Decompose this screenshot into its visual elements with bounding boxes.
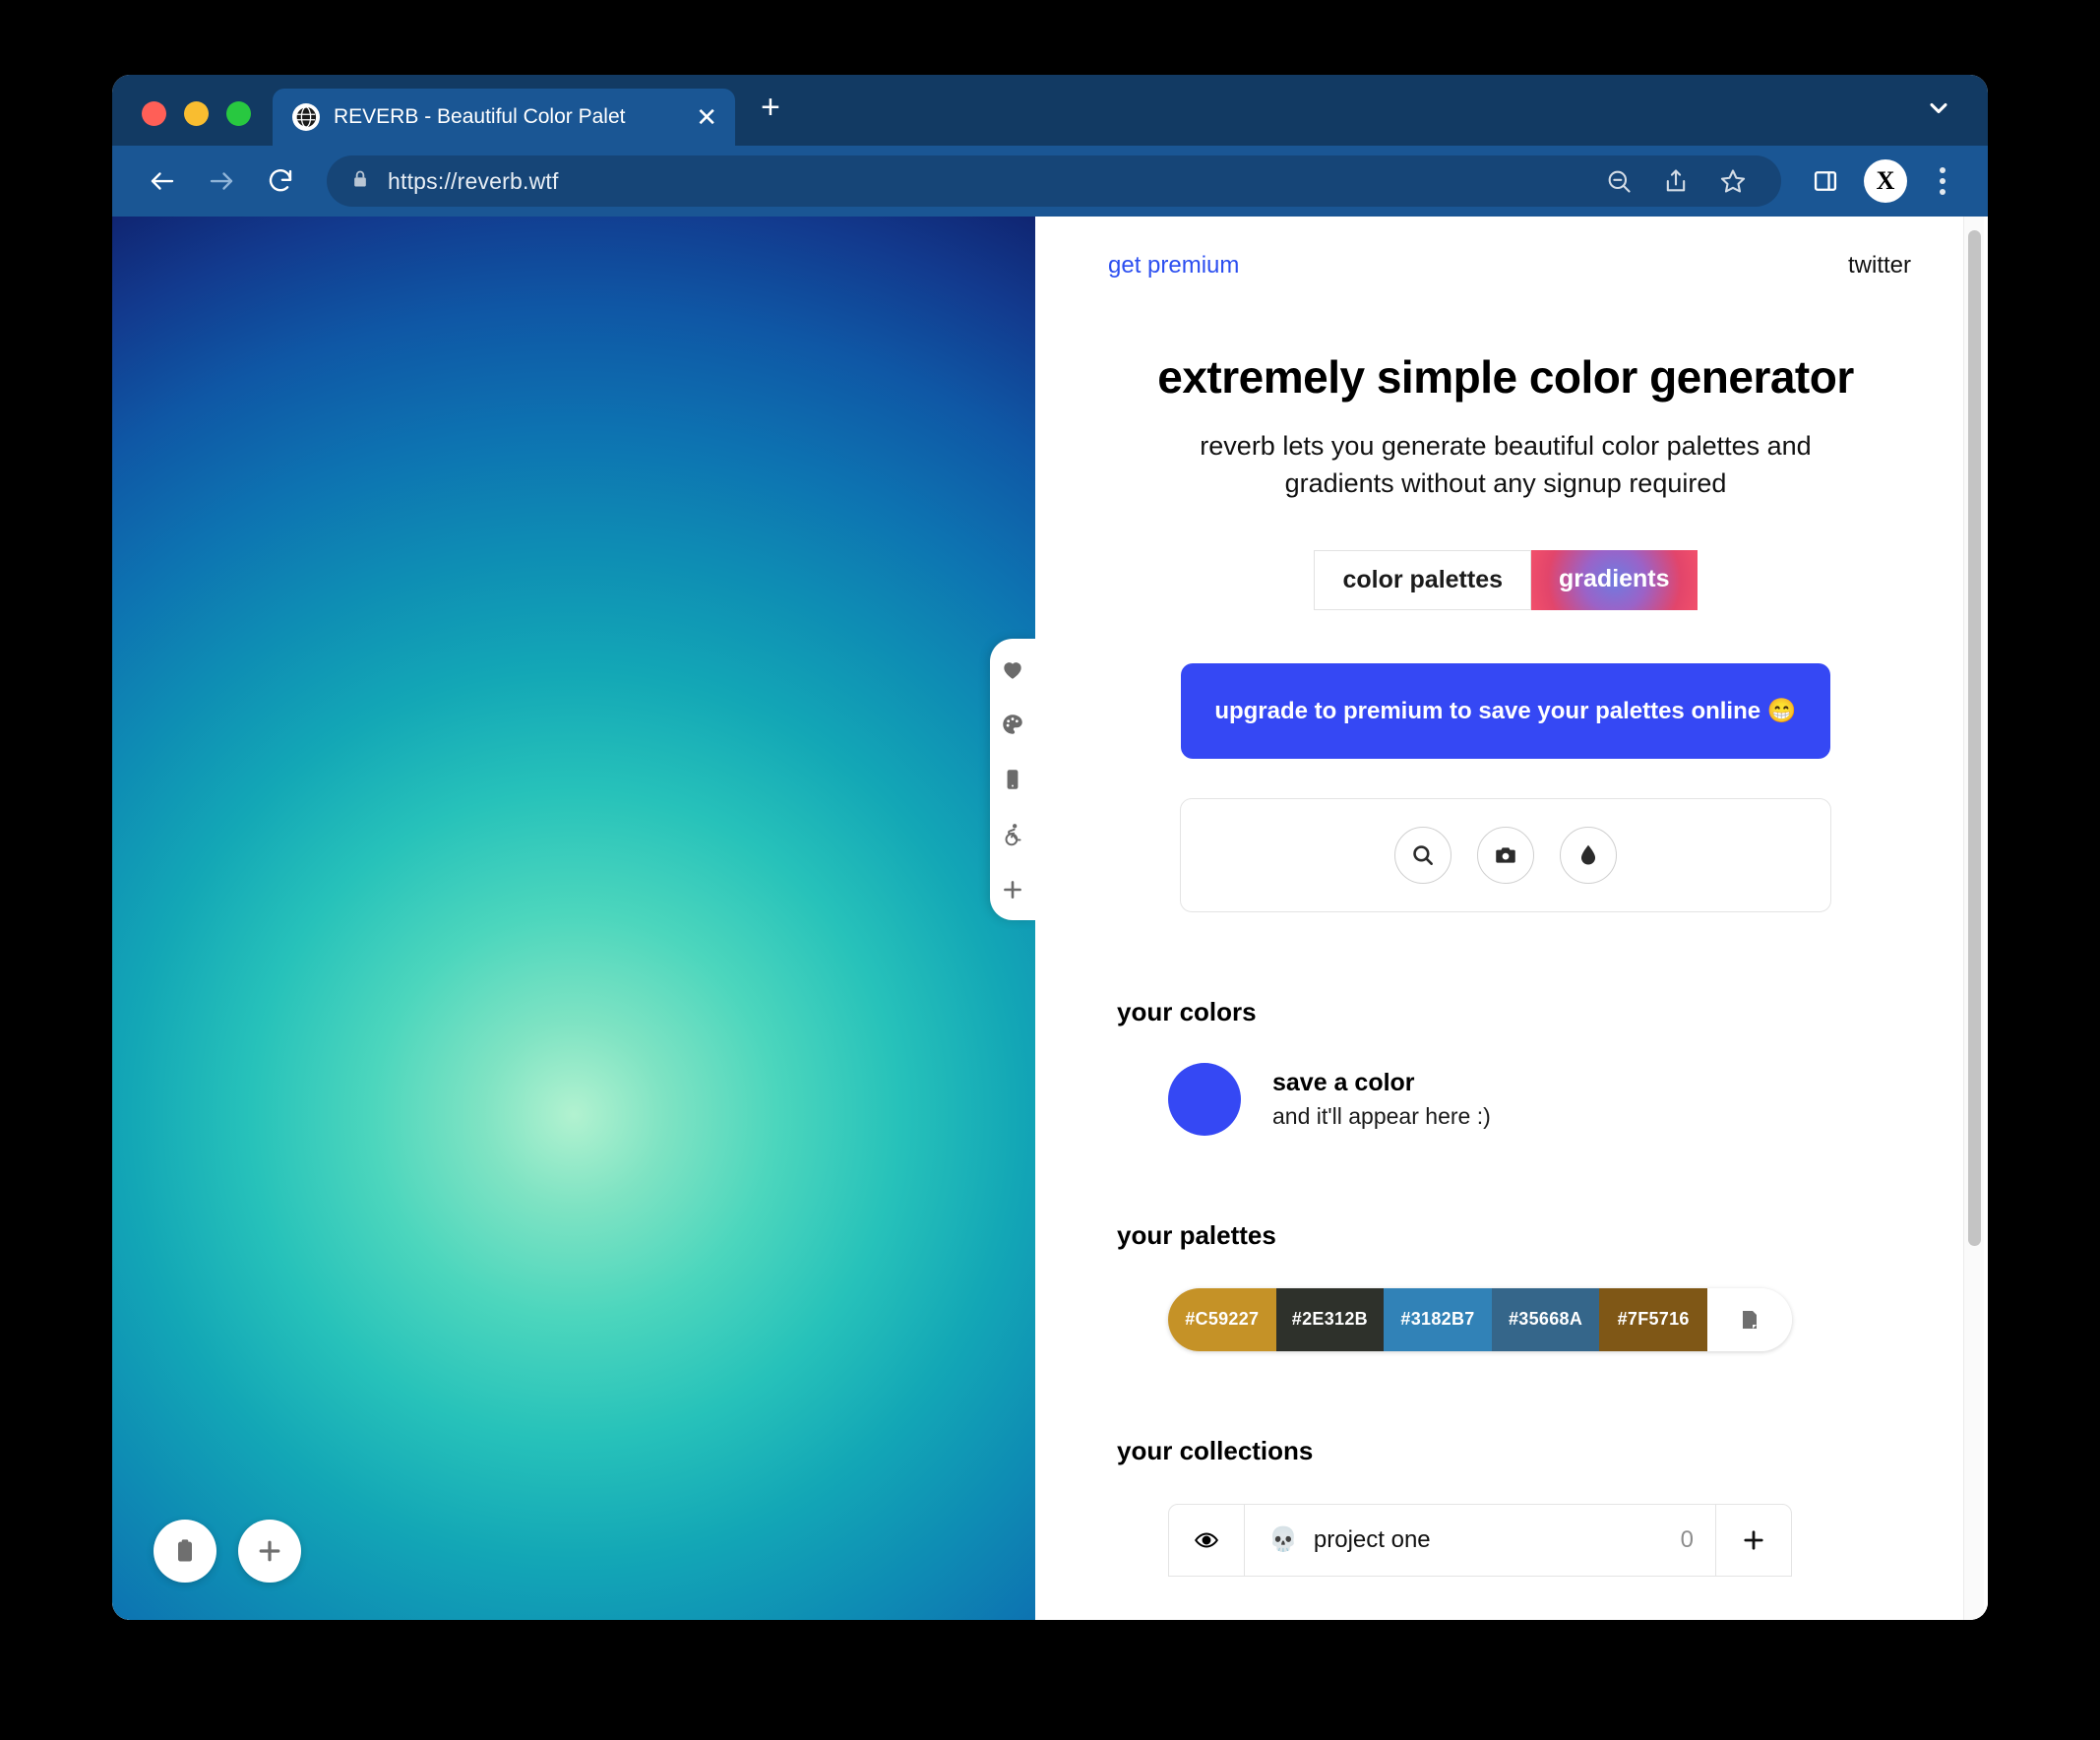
chevron-down-icon[interactable] bbox=[1925, 94, 1988, 146]
your-palettes-heading: your palettes bbox=[1117, 1219, 1276, 1250]
plus-icon[interactable] bbox=[996, 873, 1029, 906]
palette-icon[interactable] bbox=[996, 708, 1029, 741]
palette-chip[interactable]: #C59227 bbox=[1168, 1287, 1276, 1351]
minimize-window-button[interactable] bbox=[184, 101, 209, 126]
browser-tab-strip: REVERB - Beautiful Color Palet ✕ + bbox=[112, 75, 1988, 146]
color-texts: save a color and it'll appear here :) bbox=[1272, 1069, 1491, 1130]
tab-gradients[interactable]: gradients bbox=[1531, 549, 1698, 610]
palette-chip[interactable]: #2E312B bbox=[1275, 1287, 1385, 1351]
note-icon[interactable] bbox=[1706, 1287, 1792, 1351]
close-icon[interactable]: ✕ bbox=[690, 104, 717, 130]
color-swatch[interactable] bbox=[1168, 1062, 1241, 1136]
heart-icon[interactable] bbox=[996, 652, 1029, 686]
palette-chip[interactable]: #35668A bbox=[1491, 1287, 1600, 1351]
collection-name: project one bbox=[1313, 1525, 1431, 1553]
page-body: get premium twitter extremely simple col… bbox=[112, 217, 1988, 1620]
browser-tab[interactable]: REVERB - Beautiful Color Palet ✕ bbox=[273, 89, 735, 146]
save-a-color-subtitle: and it'll appear here :) bbox=[1272, 1102, 1491, 1129]
kebab-menu-icon[interactable] bbox=[1921, 156, 1964, 206]
address-bar[interactable]: https://reverb.wtf bbox=[327, 155, 1781, 207]
browser-tab-title: REVERB - Beautiful Color Palet bbox=[334, 105, 626, 128]
back-arrow-icon[interactable] bbox=[136, 155, 189, 208]
clipboard-icon[interactable] bbox=[154, 1520, 216, 1583]
reload-icon[interactable] bbox=[254, 155, 307, 208]
upgrade-to-premium-button[interactable]: upgrade to premium to save your palettes… bbox=[1181, 662, 1830, 759]
profile-avatar[interactable]: X bbox=[1864, 159, 1907, 203]
saved-color-placeholder: save a color and it'll appear here :) bbox=[1117, 1062, 1894, 1136]
lock-icon bbox=[350, 168, 370, 195]
scrollbar-thumb[interactable] bbox=[1968, 230, 1981, 1246]
droplet-icon[interactable] bbox=[1560, 826, 1617, 884]
mobile-icon[interactable] bbox=[996, 763, 1029, 796]
tab-color-palettes[interactable]: color palettes bbox=[1314, 549, 1532, 610]
forward-arrow-icon[interactable] bbox=[195, 155, 248, 208]
gradient-preview[interactable] bbox=[112, 217, 1035, 1620]
address-bar-url: https://reverb.wtf bbox=[388, 167, 559, 194]
palette-chip[interactable]: #7F5716 bbox=[1599, 1287, 1707, 1351]
browser-window: REVERB - Beautiful Color Palet ✕ + https… bbox=[112, 75, 1988, 1620]
page-topbar: get premium twitter bbox=[1069, 217, 1943, 280]
search-icon[interactable] bbox=[1394, 826, 1451, 884]
your-collections-heading: your collections bbox=[1117, 1435, 1314, 1465]
new-tab-button[interactable]: + bbox=[735, 91, 806, 146]
browser-toolbar: https://reverb.wtf X bbox=[112, 146, 1988, 217]
screenshot-root: REVERB - Beautiful Color Palet ✕ + https… bbox=[0, 0, 2100, 1740]
skull-emoji: 💀 bbox=[1268, 1525, 1298, 1553]
save-a-color-title: save a color bbox=[1272, 1068, 1415, 1096]
get-premium-link[interactable]: get premium bbox=[1108, 252, 1239, 280]
palette-chip[interactable]: #3182B7 bbox=[1384, 1287, 1492, 1351]
collection-main: 💀 project one bbox=[1245, 1526, 1681, 1554]
preview-side-toolbar bbox=[990, 639, 1035, 920]
collection-row[interactable]: 💀 project one 0 bbox=[1168, 1503, 1792, 1577]
omnibox-actions bbox=[1594, 156, 1758, 206]
page-title: extremely simple color generator bbox=[1157, 351, 1854, 403]
zoom-out-icon[interactable] bbox=[1594, 156, 1643, 206]
eye-icon[interactable] bbox=[1169, 1504, 1245, 1576]
your-colors-heading: your colors bbox=[1117, 996, 1257, 1026]
content-inner: get premium twitter extremely simple col… bbox=[1035, 217, 1988, 1620]
share-icon[interactable] bbox=[1651, 156, 1700, 206]
palette-item[interactable]: #C59227 #2E312B #3182B7 #35668A #7F5716 bbox=[1168, 1287, 1792, 1351]
main-content: get premium twitter extremely simple col… bbox=[1035, 217, 1988, 1620]
palette-list: #C59227 #2E312B #3182B7 #35668A #7F5716 bbox=[1117, 1287, 1894, 1351]
star-icon[interactable] bbox=[1708, 156, 1758, 206]
tool-panel bbox=[1180, 797, 1831, 912]
twitter-link[interactable]: twitter bbox=[1848, 252, 1911, 280]
page-subtitle: reverb lets you generate beautiful color… bbox=[1200, 431, 1812, 499]
accessibility-icon[interactable] bbox=[996, 818, 1029, 851]
side-panel-icon[interactable] bbox=[1801, 156, 1850, 206]
preview-corner-buttons bbox=[154, 1520, 301, 1583]
close-window-button[interactable] bbox=[142, 101, 166, 126]
mode-tabs: color palettes gradients bbox=[1069, 549, 1943, 610]
content-scrollbar[interactable] bbox=[1963, 217, 1984, 1620]
collections-list: 💀 project one 0 bbox=[1117, 1503, 1894, 1577]
maximize-window-button[interactable] bbox=[226, 101, 251, 126]
hero-section: extremely simple color generator reverb … bbox=[1069, 280, 1943, 503]
plus-icon[interactable] bbox=[1715, 1504, 1791, 1576]
globe-icon bbox=[292, 103, 320, 131]
plus-icon[interactable] bbox=[238, 1520, 301, 1583]
camera-icon[interactable] bbox=[1477, 826, 1534, 884]
window-traffic-lights bbox=[112, 101, 273, 146]
collection-count: 0 bbox=[1680, 1525, 1694, 1553]
